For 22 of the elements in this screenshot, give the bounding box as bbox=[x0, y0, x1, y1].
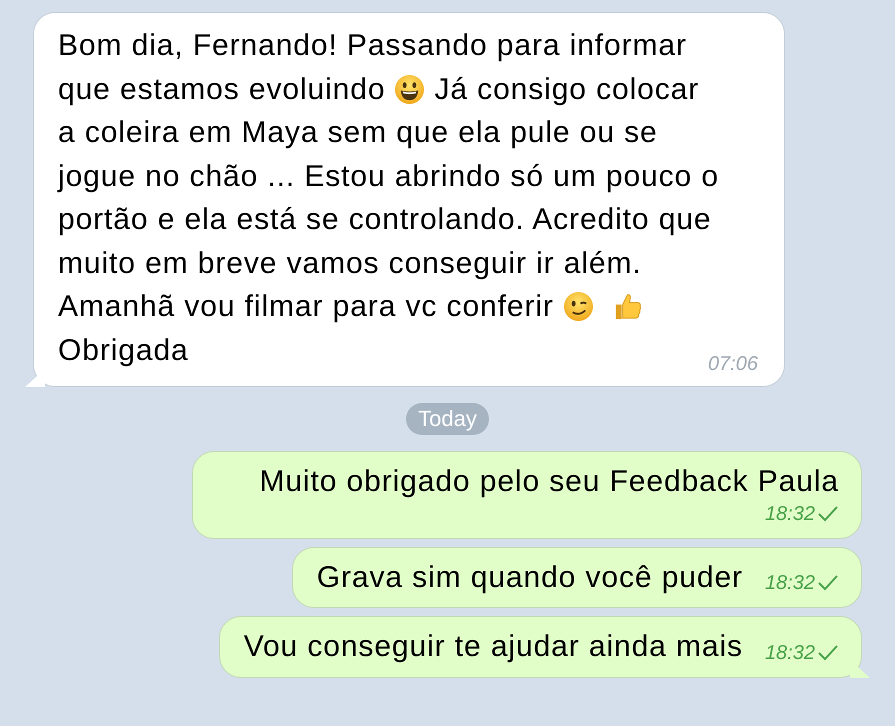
message-text: Vou conseguir te ajudar ainda mais bbox=[244, 629, 743, 666]
message-text: muito em breve vamos conseguir ir além. bbox=[58, 246, 642, 282]
message-text: Grava sim quando você puder bbox=[316, 560, 743, 596]
message-text: Bom dia, Fernando! Passando para informar bbox=[58, 28, 687, 64]
message-text: que estamos evoluindo bbox=[58, 72, 386, 108]
winking-emoji-icon bbox=[562, 291, 594, 322]
message-time: 18:32 bbox=[764, 573, 815, 594]
checkmark-icon bbox=[817, 504, 839, 523]
message-text: portão e ela está se controlando. Acredito que bbox=[58, 202, 712, 238]
checkmark-icon bbox=[817, 644, 839, 662]
message-time: 18:32 bbox=[764, 642, 815, 663]
message-time: 07:06 bbox=[708, 354, 758, 374]
date-divider: Today bbox=[406, 403, 489, 436]
smiley-emoji-icon bbox=[394, 74, 426, 105]
message-time: 18:32 bbox=[764, 504, 815, 524]
message-text: jogue no chão ... Estou abrindo só um pouco o bbox=[58, 158, 719, 194]
message-text: Muito obrigado pelo seu Feedback Paula bbox=[259, 464, 839, 500]
message-text: a coleira em Maya sem que ela pule ou se bbox=[58, 115, 658, 151]
message-text: Obrigada bbox=[58, 332, 189, 368]
message-text: Amanhã vou filmar para vc conferir bbox=[58, 289, 554, 325]
message-text: Já consigo colocar bbox=[434, 72, 700, 108]
checkmark-icon bbox=[817, 574, 839, 592]
